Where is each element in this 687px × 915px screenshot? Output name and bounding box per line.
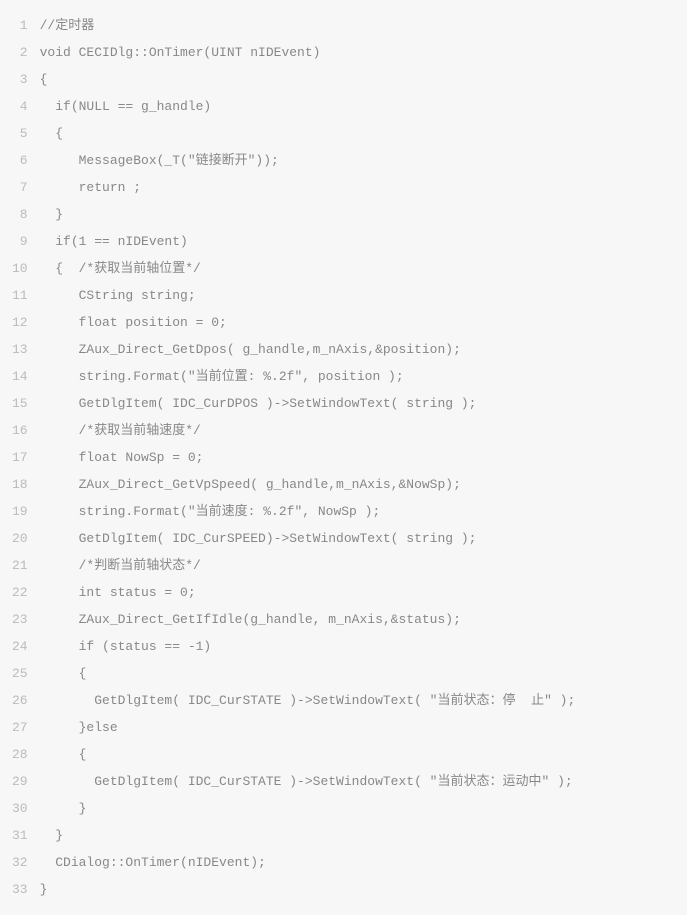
line-number: 25 [12,660,28,687]
line-number-gutter: 1 2 3 4 5 6 7 8 9 10 11 12 13 14 15 16 1… [12,12,40,903]
code-line: } [40,876,675,903]
code-line: { [40,120,675,147]
code-line: return ; [40,174,675,201]
line-number: 15 [12,390,28,417]
code-line: if (status == -1) [40,633,675,660]
code-line: /*获取当前轴速度*/ [40,417,675,444]
code-line: if(NULL == g_handle) [40,93,675,120]
line-number: 17 [12,444,28,471]
line-number: 2 [12,39,28,66]
code-line: //定时器 [40,12,675,39]
line-number: 28 [12,741,28,768]
line-number: 3 [12,66,28,93]
line-number: 14 [12,363,28,390]
line-number: 33 [12,876,28,903]
line-number: 31 [12,822,28,849]
code-line: { [40,66,675,93]
line-number: 12 [12,309,28,336]
code-content: //定时器 void CECIDlg::OnTimer(UINT nIDEven… [40,12,675,903]
code-line: MessageBox(_T("链接断开")); [40,147,675,174]
line-number: 29 [12,768,28,795]
code-line: float NowSp = 0; [40,444,675,471]
line-number: 23 [12,606,28,633]
line-number: 4 [12,93,28,120]
line-number: 27 [12,714,28,741]
code-line: if(1 == nIDEvent) [40,228,675,255]
code-line: void CECIDlg::OnTimer(UINT nIDEvent) [40,39,675,66]
line-number: 32 [12,849,28,876]
code-line: { /*获取当前轴位置*/ [40,255,675,282]
code-line: } [40,822,675,849]
line-number: 26 [12,687,28,714]
line-number: 5 [12,120,28,147]
code-line: } [40,201,675,228]
line-number: 16 [12,417,28,444]
code-line: GetDlgItem( IDC_CurSPEED)->SetWindowText… [40,525,675,552]
line-number: 8 [12,201,28,228]
code-line: string.Format("当前速度: %.2f", NowSp ); [40,498,675,525]
code-line: CString string; [40,282,675,309]
code-line: { [40,741,675,768]
line-number: 19 [12,498,28,525]
line-number: 18 [12,471,28,498]
code-line: ZAux_Direct_GetDpos( g_handle,m_nAxis,&p… [40,336,675,363]
line-number: 6 [12,147,28,174]
line-number: 21 [12,552,28,579]
code-line: GetDlgItem( IDC_CurDPOS )->SetWindowText… [40,390,675,417]
code-line: string.Format("当前位置: %.2f", position ); [40,363,675,390]
line-number: 22 [12,579,28,606]
code-line: ZAux_Direct_GetVpSpeed( g_handle,m_nAxis… [40,471,675,498]
line-number: 20 [12,525,28,552]
code-line: /*判断当前轴状态*/ [40,552,675,579]
code-line: ZAux_Direct_GetIfIdle(g_handle, m_nAxis,… [40,606,675,633]
code-line: }else [40,714,675,741]
code-line: int status = 0; [40,579,675,606]
code-line: } [40,795,675,822]
line-number: 1 [12,12,28,39]
line-number: 13 [12,336,28,363]
code-line: GetDlgItem( IDC_CurSTATE )->SetWindowTex… [40,768,675,795]
line-number: 10 [12,255,28,282]
code-block: 1 2 3 4 5 6 7 8 9 10 11 12 13 14 15 16 1… [12,12,675,903]
line-number: 7 [12,174,28,201]
code-line: { [40,660,675,687]
line-number: 11 [12,282,28,309]
code-line: float position = 0; [40,309,675,336]
line-number: 30 [12,795,28,822]
line-number: 24 [12,633,28,660]
code-line: CDialog::OnTimer(nIDEvent); [40,849,675,876]
line-number: 9 [12,228,28,255]
code-line: GetDlgItem( IDC_CurSTATE )->SetWindowTex… [40,687,675,714]
